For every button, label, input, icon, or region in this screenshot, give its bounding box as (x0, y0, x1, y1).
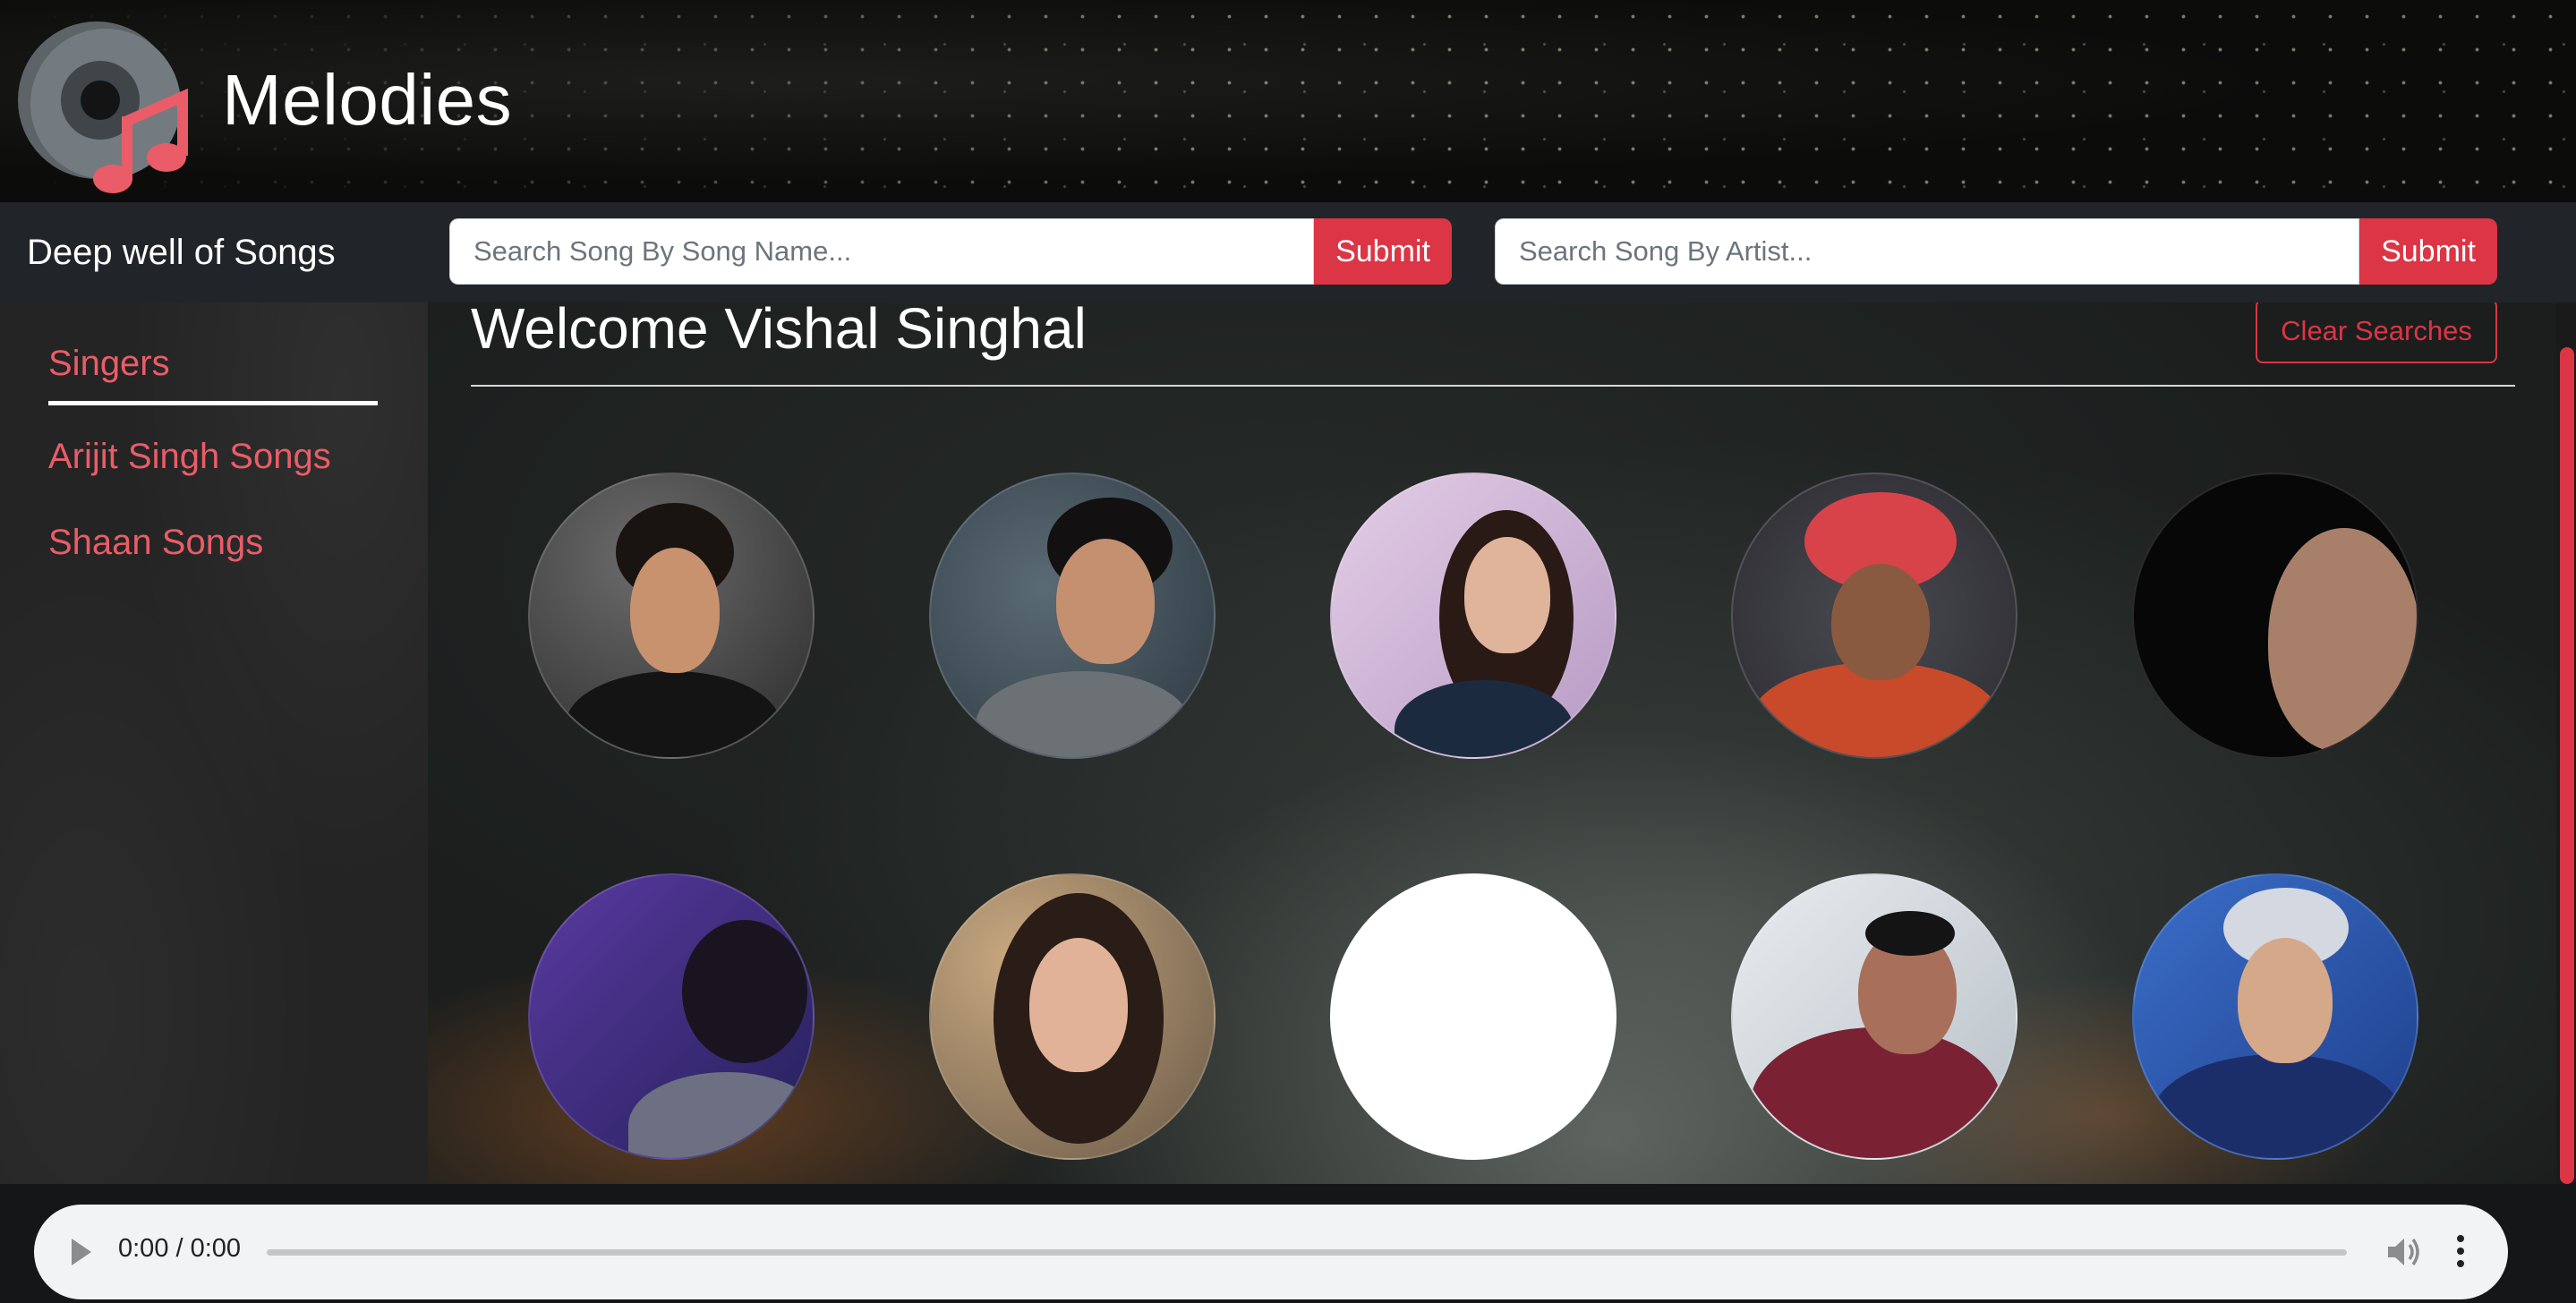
artist-submit-button[interactable]: Submit (2359, 218, 2497, 285)
singer-avatar[interactable] (2132, 873, 2418, 1160)
singer-avatar[interactable] (1330, 873, 1616, 1160)
app-title: Melodies (222, 60, 513, 140)
singer-avatar[interactable] (929, 873, 1215, 1160)
welcome-heading: Welcome Vishal Singhal (471, 302, 1087, 361)
artist-search-input[interactable] (1495, 218, 2359, 285)
main-content: Welcome Vishal Singhal Clear Searches (428, 302, 2576, 1184)
singer-avatar[interactable] (929, 473, 1215, 759)
singer-avatar[interactable] (528, 873, 815, 1160)
header-banner: Melodies (0, 0, 2576, 202)
singer-avatar[interactable] (1731, 873, 2017, 1160)
sidebar: Singers Arijit Singh Songs Shaan Songs (0, 302, 428, 1184)
time-display: 0:00 / 0:00 (118, 1234, 242, 1263)
music-disc-logo-icon (18, 21, 188, 193)
navbar: Deep well of Songs Submit Submit (0, 202, 2576, 302)
sidebar-item-singers[interactable]: Singers (48, 344, 170, 384)
audio-player[interactable]: 0:00 / 0:00 (34, 1205, 2508, 1299)
singer-avatar[interactable] (528, 473, 815, 759)
singer-avatar[interactable] (2132, 473, 2418, 759)
sidebar-item-arijit-singh-songs[interactable]: Arijit Singh Songs (48, 437, 331, 477)
song-name-submit-button[interactable]: Submit (1314, 218, 1452, 285)
singer-avatar[interactable] (1731, 473, 2017, 759)
volume-icon[interactable] (2386, 1235, 2422, 1269)
navbar-brand[interactable]: Deep well of Songs (27, 233, 336, 273)
play-icon[interactable] (72, 1239, 91, 1265)
song-name-search-input[interactable] (449, 218, 1314, 285)
clear-searches-button[interactable]: Clear Searches (2256, 302, 2497, 363)
more-options-icon[interactable] (2454, 1231, 2467, 1273)
scrollbar-thumb[interactable] (2560, 347, 2574, 1184)
progress-bar[interactable] (267, 1249, 2347, 1256)
singer-avatar[interactable] (1330, 473, 1616, 759)
sidebar-item-shaan-songs[interactable]: Shaan Songs (48, 523, 263, 563)
active-tab-underline (48, 401, 378, 405)
heading-divider (471, 385, 2515, 387)
